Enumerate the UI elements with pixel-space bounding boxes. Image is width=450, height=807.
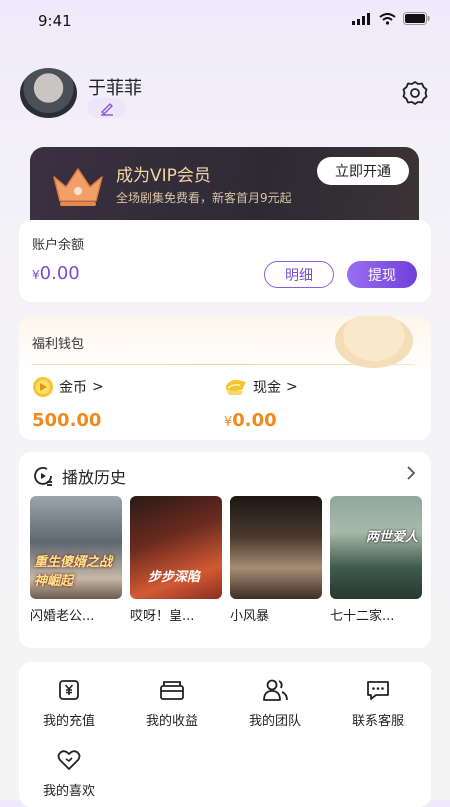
status-bar: 9:41 — [0, 0, 450, 44]
edit-profile-button[interactable] — [88, 98, 126, 118]
cash-icon — [226, 379, 246, 395]
settings-button[interactable] — [400, 78, 430, 108]
balance-value: 0.00 — [39, 263, 80, 284]
account-balance-amount: ¥0.00 — [32, 263, 80, 284]
chevron-right-icon[interactable] — [403, 464, 419, 482]
cash-section[interactable]: 现金 > ¥0.00 — [224, 376, 298, 431]
wallet-label: 福利钱包 — [32, 337, 85, 352]
menu-item-label: 我的喜欢 — [42, 784, 95, 799]
coins-arrow: > — [92, 379, 104, 395]
history-caption: 闪婚老公... — [30, 609, 95, 624]
account-balance-card: 账户余额 ¥0.00 明细 提现 — [19, 220, 431, 302]
coins-label: 金币 — [59, 380, 87, 396]
play-history-header[interactable]: 播放历史 — [32, 464, 126, 488]
menu-item-favorites[interactable]: 我的喜欢 — [19, 746, 119, 799]
status-icons — [352, 12, 430, 25]
divider — [32, 364, 415, 365]
history-item[interactable]: 小风暴 — [230, 496, 322, 624]
poster-title-art: 步步深陷 — [148, 570, 201, 585]
poster-title-art: 两世爱人 — [365, 530, 418, 545]
play-history-icon — [34, 467, 52, 486]
coins-value: 500.00 — [32, 410, 102, 431]
history-item[interactable]: 两世爱人 七十二家... — [330, 496, 422, 624]
avatar[interactable] — [20, 68, 77, 118]
cash-amount: 0.00 — [232, 410, 277, 431]
cash-value: ¥0.00 — [224, 410, 298, 431]
details-button[interactable]: 明细 — [264, 261, 334, 288]
poster-image: 两世爱人 — [330, 496, 422, 599]
coin-decoration — [335, 316, 413, 368]
poster-image — [230, 496, 322, 599]
poster-image: 步步深陷 — [130, 496, 222, 599]
menu-item-label: 我的团队 — [248, 714, 301, 729]
profile-header: 于菲菲 — [20, 68, 430, 124]
vip-title: 成为VIP会员 — [116, 166, 211, 186]
menu-item-label: 联系客服 — [351, 714, 404, 729]
cash-label: 现金 — [253, 380, 281, 396]
history-item[interactable]: 重生傻婿之战神崛起 闪婚老公... — [30, 496, 122, 624]
menu-item-team[interactable]: 我的团队 — [225, 676, 325, 729]
history-list: 重生傻婿之战神崛起 闪婚老公... 步步深陷 哎呀！皇... 小风暴 两世爱人 … — [30, 496, 422, 624]
menu-item-recharge[interactable]: 我的充值 — [19, 676, 119, 729]
menu-item-label: 我的收益 — [145, 714, 198, 729]
heart-icon — [57, 750, 81, 770]
feature-menu: 我的充值 我的收益 我的团队 联系客服 我的喜欢 — [19, 662, 431, 807]
team-icon — [263, 679, 288, 701]
battery-icon — [403, 12, 430, 25]
chat-icon — [367, 681, 389, 700]
menu-item-customer-service[interactable]: 联系客服 — [328, 676, 428, 729]
withdraw-button[interactable]: 提现 — [347, 261, 417, 288]
history-caption: 哎呀！皇... — [130, 609, 195, 624]
menu-item-earnings[interactable]: 我的收益 — [122, 676, 222, 729]
gear-icon — [402, 81, 428, 105]
coins-section[interactable]: 金币 > 500.00 — [32, 376, 104, 431]
account-balance-label: 账户余额 — [32, 238, 85, 253]
status-time: 9:41 — [38, 12, 72, 30]
vip-subtitle: 全场剧集免费看，新客首月9元起 — [116, 191, 292, 205]
crown-icon — [53, 168, 103, 206]
wifi-icon — [379, 12, 396, 25]
yen-card-icon — [59, 680, 79, 700]
username: 于菲菲 — [88, 78, 142, 99]
vip-open-button[interactable]: 立即开通 — [317, 157, 409, 185]
coin-icon — [33, 377, 53, 397]
menu-item-label: 我的充值 — [42, 714, 95, 729]
play-history-card: 播放历史 重生傻婿之战神崛起 闪婚老公... 步步深陷 哎呀！皇... 小风暴 … — [19, 452, 431, 648]
signal-icon — [352, 12, 370, 25]
welfare-wallet-card: 福利钱包 金币 > 500.00 现金 > ¥0.00 — [19, 316, 431, 440]
history-item[interactable]: 步步深陷 哎呀！皇... — [130, 496, 222, 624]
play-history-title: 播放历史 — [62, 468, 127, 487]
pencil-icon — [101, 103, 113, 116]
wallet-icon — [160, 681, 184, 700]
cash-arrow: > — [286, 379, 298, 395]
history-caption: 小风暴 — [230, 609, 270, 624]
poster-image: 重生傻婿之战神崛起 — [30, 496, 122, 599]
currency-symbol: ¥ — [32, 268, 40, 282]
poster-title-art: 重生傻婿之战神崛起 — [34, 555, 113, 589]
history-caption: 七十二家... — [330, 609, 395, 624]
